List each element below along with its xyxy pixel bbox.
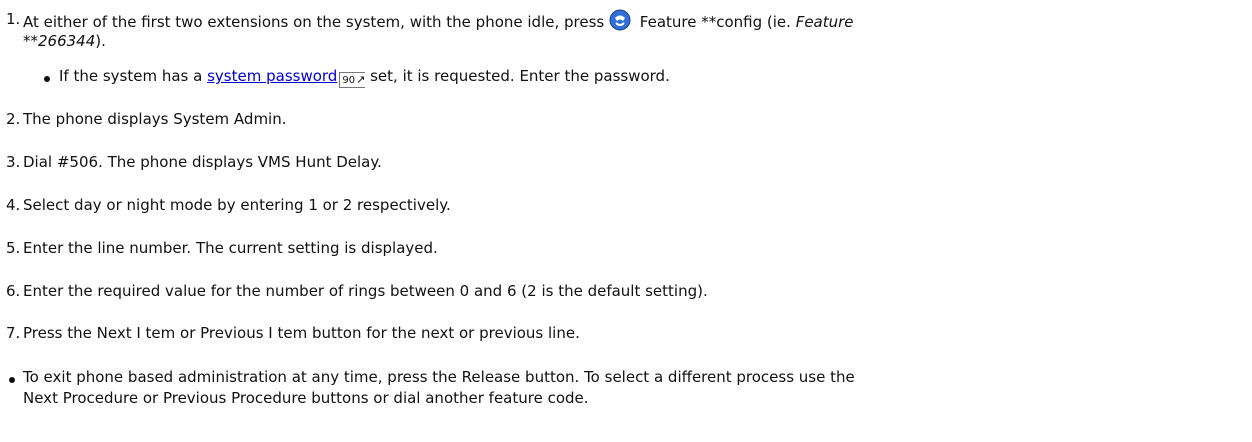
page-ref-arrow-icon: ↗ (356, 73, 366, 86)
page-ref-number: 90 (342, 75, 356, 86)
step-text: Dial #506. The phone displays VMS Hunt D… (23, 153, 382, 171)
sub-bullet-post: set, it is requested. Enter the password… (370, 67, 670, 85)
bullet-marker (9, 377, 15, 383)
step-text: Enter the line number. The current setti… (23, 239, 438, 257)
step-text: The phone displays System Admin. (23, 110, 287, 128)
page-ref-icon[interactable]: 90 ↗ (339, 72, 366, 88)
step-text: At either of the first two extensions on… (23, 13, 605, 31)
step-text: Press the Next I tem or Previous I tem b… (23, 324, 580, 342)
step-text: Enter the required value for the number … (23, 282, 708, 300)
step-italic-cont: **266344 (23, 32, 96, 50)
step-text: Select day or night mode by entering 1 o… (23, 196, 451, 214)
step-text-cont: Feature **config (ie. (639, 13, 791, 31)
feature-button-icon (609, 9, 631, 31)
step-1-cont: **266344). (23, 31, 106, 51)
sub-bullet-pre: If the system has a (59, 67, 203, 85)
final-bullet-line-2: Next Procedure or Previous Procedure but… (23, 389, 589, 407)
step-italic: Feature (795, 13, 854, 31)
bullet-marker (44, 76, 50, 82)
document-body: 1. At either of the first two extensions… (0, 0, 1252, 442)
final-bullet-line-1: To exit phone based administration at an… (23, 368, 855, 386)
step-tail: ). (95, 32, 106, 50)
system-password-link[interactable]: system password (207, 67, 337, 85)
sub-bullet: If the system has a system password 90 ↗ s… (59, 66, 670, 88)
